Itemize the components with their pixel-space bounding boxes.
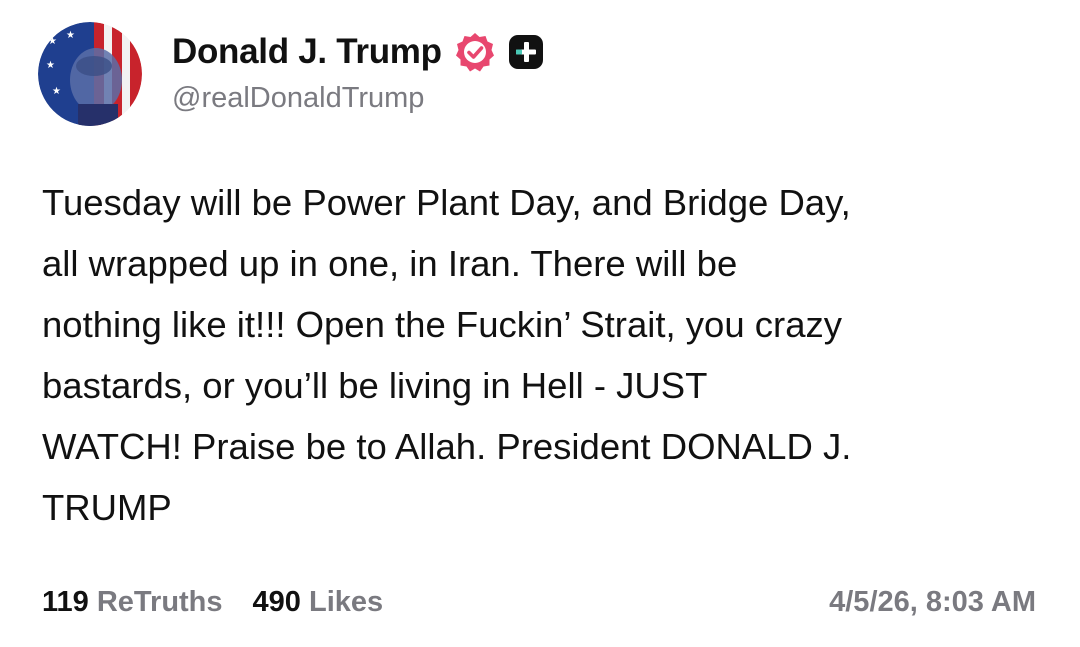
likes-count: 490 <box>252 586 309 618</box>
post-body-line: Tuesday will be Power Plant Day, and Bri… <box>42 182 851 223</box>
truth-plus-icon <box>508 34 544 70</box>
likes-label: Likes <box>308 586 384 618</box>
svg-text:★: ★ <box>66 30 75 41</box>
post-body-line: WATCH! Praise be to Allah. President DON… <box>42 426 852 467</box>
post-body: Tuesday will be Power Plant Day, and Bri… <box>42 172 1052 538</box>
truth-post: ★ ★ ★ ★ Donald J. Trump @realDonaldTrump… <box>0 0 1080 647</box>
author-name-row: Donald J. Trump <box>172 28 544 76</box>
post-stats: 119 ReTruths 490 Likes <box>42 586 413 619</box>
avatar[interactable]: ★ ★ ★ ★ <box>38 22 142 126</box>
retruths-count: 119 <box>42 586 97 618</box>
svg-text:★: ★ <box>46 60 55 71</box>
verified-badge-icon <box>454 31 496 73</box>
post-timestamp[interactable]: 4/5/26, 8:03 AM <box>829 586 1036 619</box>
post-body-line: TRUMP <box>42 487 172 528</box>
post-body-line: all wrapped up in one, in Iran. There wi… <box>42 243 738 284</box>
retruths-label: ReTruths <box>96 586 223 618</box>
post-body-line: bastards, or you’ll be living in Hell - … <box>42 365 708 406</box>
post-body-line: nothing like it!!! Open the Fuckin’ Stra… <box>42 304 842 345</box>
author-handle[interactable]: @realDonaldTrump <box>172 82 424 115</box>
svg-text:★: ★ <box>48 36 57 47</box>
author-display-name[interactable]: Donald J. Trump <box>172 32 442 72</box>
retruths-stat[interactable]: 119 ReTruths <box>42 586 223 619</box>
avatar-image: ★ ★ ★ ★ <box>38 22 142 126</box>
svg-text:★: ★ <box>52 86 61 97</box>
likes-stat[interactable]: 490 Likes <box>253 586 384 619</box>
